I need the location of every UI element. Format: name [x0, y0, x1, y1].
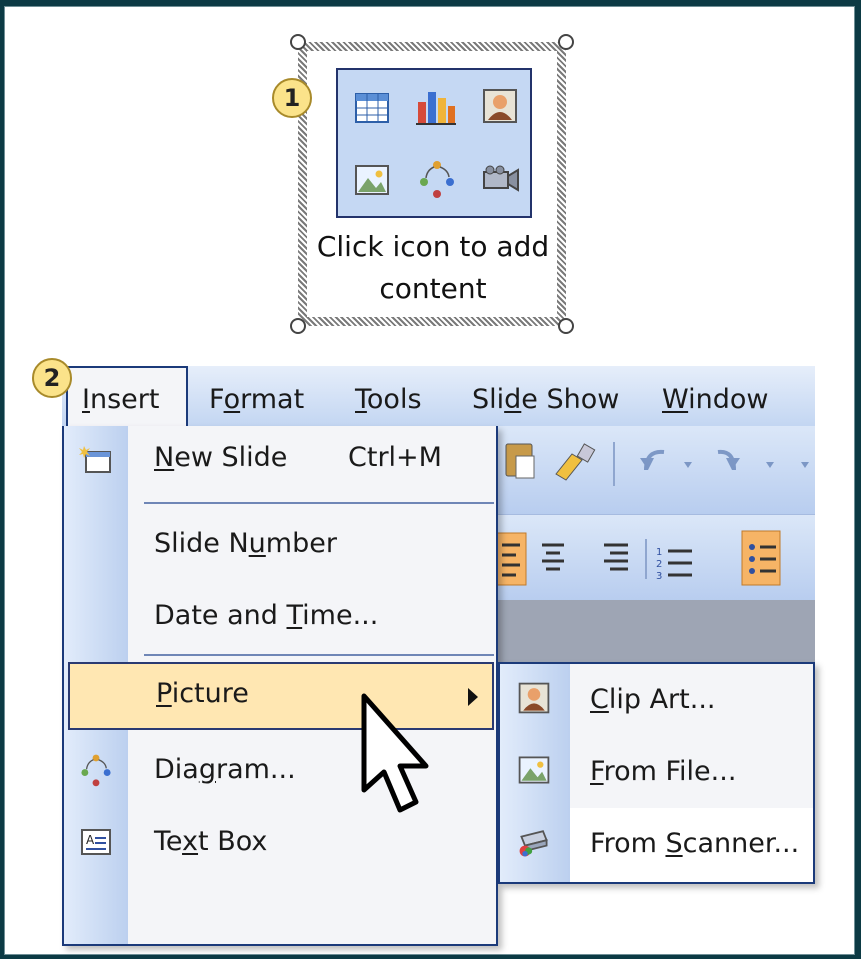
- bullets-icon: [749, 544, 776, 574]
- step-1-badge: 1: [272, 78, 312, 118]
- align-right-icon: [604, 543, 628, 571]
- media-clip-icon[interactable]: [480, 162, 520, 202]
- menu-item-date-time[interactable]: Date and Time...: [64, 584, 496, 650]
- menu-item-slide-number[interactable]: Slide Number: [64, 512, 496, 578]
- resize-handle[interactable]: [558, 34, 574, 50]
- clip-art-icon: [516, 680, 552, 716]
- format-painter-icon: [555, 443, 596, 481]
- submenu-item-clip-art[interactable]: Clip Art...: [500, 664, 813, 736]
- mouse-pointer-icon: [360, 692, 440, 832]
- menu-separator: [144, 502, 494, 504]
- svg-text:1: 1: [656, 547, 662, 558]
- svg-text:3: 3: [656, 571, 662, 582]
- menu-slide-show[interactable]: Slide Show: [472, 384, 619, 415]
- new-slide-icon: [78, 442, 114, 478]
- insert-menu-dropdown: New Slide Ctrl+M Slide Number Date and T…: [62, 426, 498, 946]
- task-pane-strip: [496, 600, 815, 662]
- table-icon[interactable]: [352, 88, 392, 128]
- shortcut-new-slide: Ctrl+M: [348, 442, 442, 473]
- svg-text:2: 2: [656, 559, 662, 570]
- clip-art-icon[interactable]: [480, 86, 520, 126]
- submenu-arrow-icon: [468, 688, 478, 706]
- submenu-item-from-file[interactable]: From File...: [500, 736, 813, 808]
- placeholder-prompt: Click icon to add content: [316, 230, 550, 305]
- chart-icon[interactable]: [414, 84, 456, 125]
- diagram-icon: [78, 752, 114, 788]
- scanner-icon: [516, 824, 552, 860]
- menu-window[interactable]: Window: [662, 384, 768, 415]
- align-left-active-icon: [495, 532, 527, 586]
- undo-icon: [640, 449, 692, 471]
- menu-format[interactable]: Format: [209, 384, 304, 415]
- menu-separator: [144, 654, 494, 656]
- standard-toolbar: [496, 426, 815, 514]
- picture-submenu: Clip Art... From File... From Scanner...: [498, 662, 815, 884]
- resize-handle[interactable]: [558, 318, 574, 334]
- paste-icon: [505, 443, 535, 479]
- submenu-item-from-scanner[interactable]: From Scanner...: [500, 808, 813, 880]
- diagram-icon[interactable]: [416, 158, 456, 198]
- menu-tools[interactable]: Tools: [355, 384, 422, 415]
- menu-insert[interactable]: Insert: [82, 384, 159, 415]
- formatting-toolbar: 1 2 3: [495, 514, 815, 601]
- svg-text:A: A: [86, 833, 95, 847]
- numbered-list-icon: 1 2 3: [656, 547, 692, 582]
- content-icons-panel: [336, 68, 532, 218]
- resize-handle[interactable]: [290, 318, 306, 334]
- step-2-badge: 2: [32, 358, 72, 398]
- picture-file-icon: [516, 752, 552, 788]
- redo-icon: [717, 449, 809, 471]
- align-center-icon: [542, 543, 564, 571]
- text-box-icon: A: [78, 824, 114, 860]
- picture-icon[interactable]: [352, 160, 392, 200]
- menu-item-new-slide[interactable]: New Slide Ctrl+M: [64, 426, 496, 492]
- resize-handle[interactable]: [290, 34, 306, 50]
